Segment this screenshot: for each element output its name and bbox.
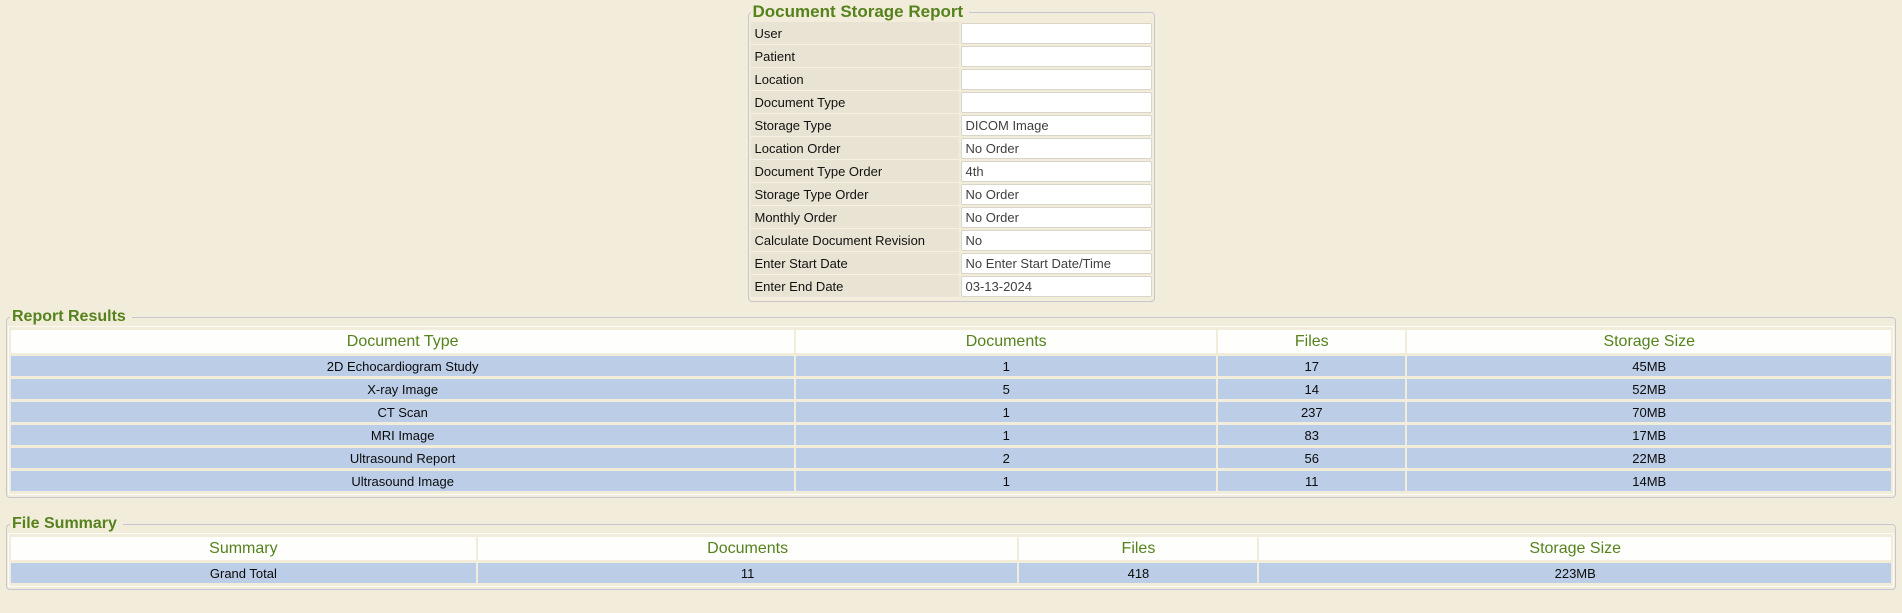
- cell-document-type: 2D Echocardiogram Study: [11, 356, 794, 376]
- results-col-files: Files: [1218, 330, 1405, 353]
- file-summary-title: File Summary: [10, 515, 123, 533]
- summary-col-storage-size: Storage Size: [1259, 537, 1891, 560]
- field-value: No Enter Start Date/Time: [961, 253, 1152, 274]
- summary-col-files: Files: [1019, 537, 1257, 560]
- field-label: Patient: [751, 45, 959, 68]
- cell-document-type: X-ray Image: [11, 379, 794, 399]
- field-label: Document Type Order: [751, 160, 959, 183]
- cell-documents: 2: [796, 448, 1216, 468]
- field-value: [961, 69, 1152, 90]
- field-value: 03-13-2024: [961, 276, 1152, 297]
- field-row-enter-start-date: Enter Start Date No Enter Start Date/Tim…: [751, 252, 1152, 275]
- cell-document-type: MRI Image: [11, 425, 794, 445]
- field-label: User: [751, 22, 959, 45]
- field-label: Enter Start Date: [751, 252, 959, 275]
- field-value: [961, 92, 1152, 113]
- field-label: Location: [751, 68, 959, 91]
- results-header-row: Document Type Documents Files Storage Si…: [11, 330, 1891, 353]
- field-row-document-type-order: Document Type Order 4th: [751, 160, 1152, 183]
- cell-files: 56: [1218, 448, 1405, 468]
- cell-files: 14: [1218, 379, 1405, 399]
- summary-header-row: Summary Documents Files Storage Size: [11, 537, 1891, 560]
- cell-storage-size: 14MB: [1407, 471, 1891, 491]
- field-row-monthly-order: Monthly Order No Order: [751, 206, 1152, 229]
- results-row-ct-scan: CT Scan 1 237 70MB: [11, 402, 1891, 422]
- field-row-document-type: Document Type: [751, 91, 1152, 114]
- field-row-location-order: Location Order No Order: [751, 137, 1152, 160]
- field-row-storage-type: Storage Type DICOM Image: [751, 114, 1152, 137]
- results-row-xray-image: X-ray Image 5 14 52MB: [11, 379, 1891, 399]
- cell-storage-size: 17MB: [1407, 425, 1891, 445]
- summary-row-grand-total: Grand Total 11 418 223MB: [11, 563, 1891, 583]
- field-label: Monthly Order: [751, 206, 959, 229]
- cell-files: 418: [1019, 563, 1257, 583]
- results-col-storage-size: Storage Size: [1407, 330, 1891, 353]
- file-summary-section: File Summary Summary Documents Files Sto…: [6, 515, 1896, 590]
- cell-document-type: Ultrasound Report: [11, 448, 794, 468]
- field-row-enter-end-date: Enter End Date 03-13-2024: [751, 275, 1152, 298]
- report-results-title: Report Results: [10, 308, 132, 326]
- field-value: No Order: [961, 207, 1152, 228]
- cell-storage-size: 223MB: [1259, 563, 1891, 583]
- field-row-patient: Patient: [751, 45, 1152, 68]
- cell-files: 83: [1218, 425, 1405, 445]
- cell-files: 237: [1218, 402, 1405, 422]
- field-row-storage-type-order: Storage Type Order No Order: [751, 183, 1152, 206]
- field-value: No: [961, 230, 1152, 251]
- results-row-ultrasound-image: Ultrasound Image 1 11 14MB: [11, 471, 1891, 491]
- cell-summary: Grand Total: [11, 563, 476, 583]
- cell-documents: 1: [796, 425, 1216, 445]
- summary-col-documents: Documents: [478, 537, 1018, 560]
- cell-documents: 1: [796, 402, 1216, 422]
- cell-documents: 11: [478, 563, 1018, 583]
- field-value: No Order: [961, 138, 1152, 159]
- results-col-documents: Documents: [796, 330, 1216, 353]
- report-results-section: Report Results Document Type Documents F…: [6, 308, 1896, 498]
- cell-storage-size: 22MB: [1407, 448, 1891, 468]
- field-row-calculate-document-revision: Calculate Document Revision No: [751, 229, 1152, 252]
- cell-storage-size: 70MB: [1407, 402, 1891, 422]
- field-value: 4th: [961, 161, 1152, 182]
- cell-documents: 5: [796, 379, 1216, 399]
- document-storage-report-form: Document Storage Report User Patient Loc…: [748, 2, 1155, 302]
- field-label: Calculate Document Revision: [751, 229, 959, 252]
- results-row-2d-echocardiogram-study: 2D Echocardiogram Study 1 17 45MB: [11, 356, 1891, 376]
- field-value: No Order: [961, 184, 1152, 205]
- field-row-location: Location: [751, 68, 1152, 91]
- results-col-document-type: Document Type: [11, 330, 794, 353]
- form-title: Document Storage Report: [751, 2, 970, 22]
- field-value: [961, 46, 1152, 67]
- field-label: Enter End Date: [751, 275, 959, 298]
- report-results-table: Document Type Documents Files Storage Si…: [8, 326, 1894, 495]
- cell-files: 17: [1218, 356, 1405, 376]
- cell-documents: 1: [796, 471, 1216, 491]
- cell-files: 11: [1218, 471, 1405, 491]
- cell-document-type: CT Scan: [11, 402, 794, 422]
- cell-document-type: Ultrasound Image: [11, 471, 794, 491]
- cell-storage-size: 45MB: [1407, 356, 1891, 376]
- field-label: Location Order: [751, 137, 959, 160]
- results-row-ultrasound-report: Ultrasound Report 2 56 22MB: [11, 448, 1891, 468]
- field-row-user: User: [751, 22, 1152, 45]
- summary-col-summary: Summary: [11, 537, 476, 560]
- field-value: [961, 23, 1152, 44]
- field-label: Storage Type Order: [751, 183, 959, 206]
- field-label: Document Type: [751, 91, 959, 114]
- file-summary-table: Summary Documents Files Storage Size Gra…: [8, 533, 1894, 587]
- field-value: DICOM Image: [961, 115, 1152, 136]
- results-row-mri-image: MRI Image 1 83 17MB: [11, 425, 1891, 445]
- cell-storage-size: 52MB: [1407, 379, 1891, 399]
- field-label: Storage Type: [751, 114, 959, 137]
- cell-documents: 1: [796, 356, 1216, 376]
